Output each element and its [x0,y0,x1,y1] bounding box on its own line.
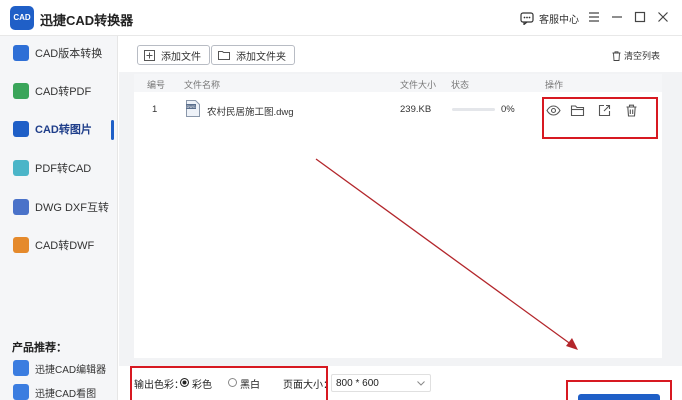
sidebar-item-cad-image[interactable]: CAD转图片 [0,114,118,144]
table-row[interactable]: 1 DWG 农村民居施工图.dwg 239.KB 0% [134,96,662,124]
delete-icon[interactable] [624,103,639,118]
color-radio[interactable] [180,378,189,387]
clear-list-label: 清空列表 [624,51,661,61]
clear-list-button[interactable]: 清空列表 [612,49,660,62]
menu-button[interactable] [585,8,603,26]
sidebar-item-label: CAD转PDF [35,86,92,98]
page-size-label: 页面大小： [283,380,333,391]
sidebar-item-pdf-cad[interactable]: PDF转CAD [0,153,118,183]
header-status: 状态 [451,80,470,90]
trash-icon [612,50,621,61]
close-button[interactable] [654,8,672,26]
sidebar-item-cad-dwf[interactable]: CAD转DWF [0,230,118,260]
sidebar-item-label: CAD版本转换 [35,48,103,60]
sidebar: CAD版本转换 CAD转PDF CAD转图片 PDF转CAD DWG DXF互转… [0,36,118,400]
cad-editor-icon [13,360,29,376]
maximize-icon [634,11,646,23]
add-folder-label: 添加文件夹 [236,51,286,63]
recommend-title: 产品推荐： [12,342,67,354]
dwg-file-icon: DWG [186,100,200,117]
dwg-dxf-icon [13,199,29,215]
page-size-value: 800 * 600 [336,378,379,389]
bw-option-label: 黑白 [240,380,260,391]
customer-service-button[interactable]: 客服中心 [520,10,579,26]
sidebar-item-label: PDF转CAD [35,163,92,175]
start-convert-button[interactable] [578,394,660,400]
header-size: 文件大小 [400,80,437,90]
cad-version-icon [13,45,29,61]
row-index: 1 [152,104,158,115]
cad-viewer-icon [13,384,29,400]
open-folder-icon[interactable] [570,103,585,118]
maximize-button[interactable] [631,8,649,26]
file-table: 编号 文件名称 文件大小 状态 操作 1 DWG 农村民居施工图.dwg 239… [134,74,662,358]
sidebar-item-cad-pdf[interactable]: CAD转PDF [0,76,118,106]
page-size-select[interactable]: 800 * 600 [331,374,431,392]
minimize-button[interactable] [608,8,626,26]
row-file-size: 239.KB [400,104,432,115]
output-color-label: 输出色彩： [134,380,184,391]
header-name: 文件名称 [184,80,221,90]
cad-image-icon [13,121,29,137]
title-bar: CAD 迅捷CAD转换器 客服中心 [0,0,682,36]
cad-dwf-icon [13,237,29,253]
row-progress-text: 0% [501,104,515,115]
plus-square-icon [144,49,155,61]
sidebar-item-label: DWG DXF互转 [35,202,109,214]
color-option-label: 彩色 [192,380,212,391]
recommend-item-cad-editor[interactable]: 迅捷CAD编辑器 [13,359,106,377]
table-header: 编号 文件名称 文件大小 状态 操作 [134,74,662,92]
row-file-name: 农村民居施工图.dwg [207,107,294,118]
recommend-item-cad-viewer[interactable]: 迅捷CAD看图 [13,383,96,400]
sidebar-item-dwg-dxf[interactable]: DWG DXF互转 [0,192,118,222]
eye-icon[interactable] [546,103,561,118]
bw-radio[interactable] [228,378,237,387]
app-title: 迅捷CAD转换器 [40,13,134,28]
toolbar: 添加文件 添加文件夹 清空列表 [119,36,682,72]
minimize-icon [612,16,622,18]
app-logo: CAD [10,6,34,30]
menu-icon [589,12,599,22]
file-icon-text: DWG [186,105,195,109]
folder-icon [218,51,230,60]
chat-bubble-icon [520,11,534,25]
sidebar-item-label: CAD转DWF [35,240,95,252]
add-file-label: 添加文件 [161,51,201,63]
chevron-down-icon [417,381,425,386]
header-actions: 操作 [545,80,564,90]
customer-service-label: 客服中心 [539,14,579,26]
recommend-item-label: 迅捷CAD看图 [35,388,97,400]
external-open-icon[interactable] [597,103,612,118]
close-icon [658,12,668,22]
pdf-cad-icon [13,160,29,176]
main-panel: 添加文件 添加文件夹 清空列表 编号 文件名称 文件大小 状态 操作 1 DWG… [119,36,682,400]
header-index: 编号 [147,80,166,90]
progress-bar [452,108,495,111]
add-folder-button[interactable]: 添加文件夹 [211,45,295,65]
add-file-button[interactable]: 添加文件 [137,45,210,65]
recommend-item-label: 迅捷CAD编辑器 [35,364,107,376]
sidebar-item-cad-version[interactable]: CAD版本转换 [0,38,118,68]
sidebar-item-label: CAD转图片 [35,124,92,136]
cad-pdf-icon [13,83,29,99]
